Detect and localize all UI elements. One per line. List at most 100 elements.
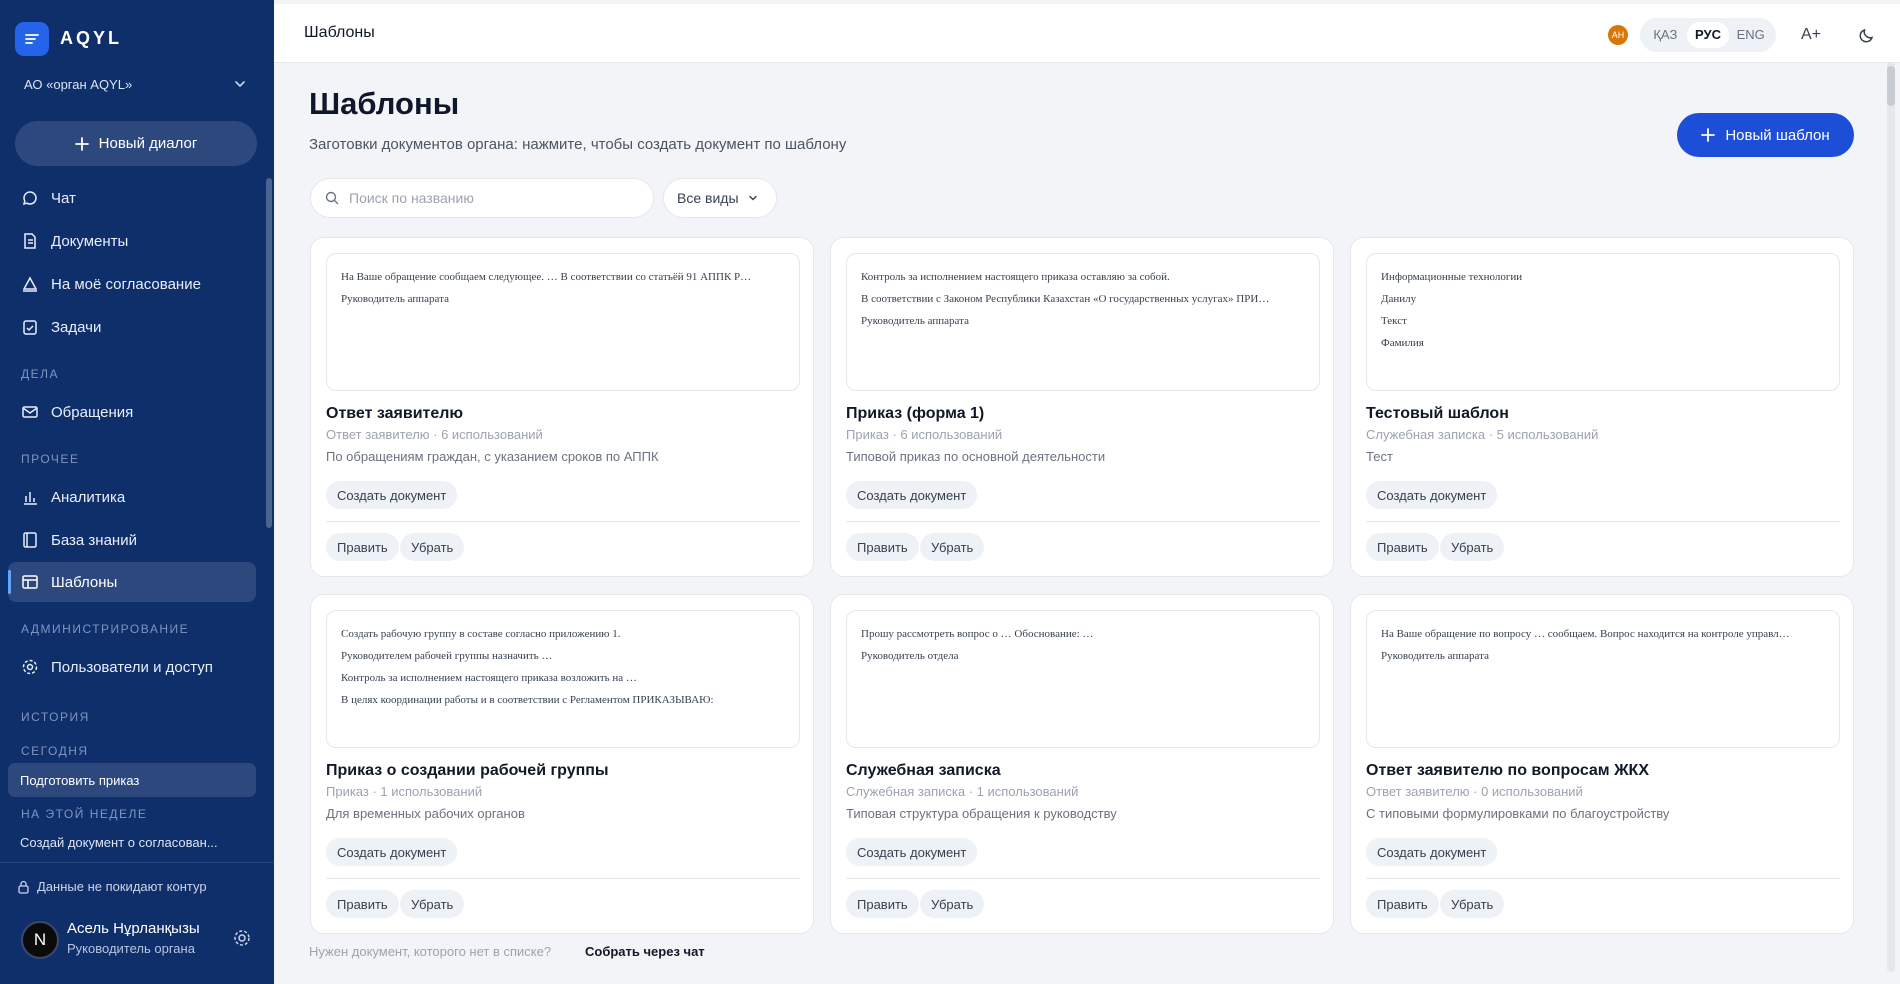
lock-icon bbox=[18, 880, 29, 894]
remove-button[interactable]: Убрать bbox=[400, 890, 465, 918]
section-label-other: ПРОЧЕЕ bbox=[21, 452, 80, 466]
remove-button[interactable]: Убрать bbox=[1440, 890, 1505, 918]
template-meta: Ответ заявителю · 6 использований bbox=[326, 427, 543, 442]
preview-line: Прошу рассмотреть вопрос о … Обоснование… bbox=[861, 628, 1094, 640]
create-document-button[interactable]: Создать документ bbox=[846, 838, 978, 866]
gear-icon bbox=[22, 659, 38, 675]
search-input[interactable] bbox=[349, 190, 629, 206]
page-subtitle: Заготовки документов органа: нажмите, чт… bbox=[309, 136, 847, 153]
preview-line: Текст bbox=[1381, 315, 1407, 327]
user-avatar-small[interactable]: AH bbox=[1608, 25, 1628, 45]
sidebar-item-tasks[interactable]: Задачи bbox=[8, 307, 256, 347]
lang-en-button[interactable]: ENG bbox=[1729, 22, 1772, 48]
remove-button[interactable]: Убрать bbox=[920, 533, 985, 561]
template-meta: Служебная записка · 5 использований bbox=[1366, 427, 1599, 442]
sidebar-item-label: Задачи bbox=[51, 318, 102, 336]
edit-button[interactable]: Править bbox=[326, 890, 399, 918]
avatar[interactable]: N bbox=[21, 921, 59, 959]
template-meta: Приказ · 6 использований bbox=[846, 427, 1003, 442]
divider bbox=[846, 878, 1320, 879]
template-description: По обращениям граждан, с указанием сроко… bbox=[326, 449, 659, 464]
sidebar-item-approval[interactable]: На моё согласование bbox=[8, 264, 256, 304]
mail-icon bbox=[22, 406, 38, 418]
chat-icon bbox=[22, 191, 37, 206]
history-item[interactable]: Создай документ о согласован... bbox=[8, 825, 256, 859]
sidebar-item-users[interactable]: Пользователи и доступ bbox=[8, 647, 256, 687]
template-preview[interactable]: На Ваше обращение по вопросу … сообщаем.… bbox=[1366, 610, 1840, 748]
sidebar-item-label: Чат bbox=[51, 189, 76, 207]
template-preview[interactable]: Прошу рассмотреть вопрос о … Обоснование… bbox=[846, 610, 1320, 748]
preview-line: Фамилия bbox=[1381, 337, 1424, 349]
chevron-down-icon[interactable] bbox=[233, 77, 247, 91]
plus-icon bbox=[1701, 128, 1716, 142]
remove-button[interactable]: Убрать bbox=[400, 533, 465, 561]
sidebar-item-analytics[interactable]: Аналитика bbox=[8, 477, 256, 517]
template-meta: Ответ заявителю · 0 использований bbox=[1366, 784, 1583, 799]
template-card[interactable]: Прошу рассмотреть вопрос о … Обоснование… bbox=[830, 594, 1334, 934]
remove-button[interactable]: Убрать bbox=[1440, 533, 1505, 561]
sidebar-item-chat[interactable]: Чат bbox=[8, 178, 256, 218]
new-template-button[interactable]: Новый шаблон bbox=[1677, 113, 1854, 157]
preview-line: Контроль за исполнением настоящего прика… bbox=[861, 271, 1170, 283]
sidebar-scrollbar[interactable] bbox=[266, 178, 272, 528]
analytics-icon bbox=[24, 492, 37, 505]
create-document-button[interactable]: Создать документ bbox=[326, 838, 458, 866]
template-card[interactable]: Информационные технологии Данилу Текст Ф… bbox=[1350, 237, 1854, 577]
lang-ru-button[interactable]: РУС bbox=[1686, 22, 1730, 48]
sidebar-item-label: Пользователи и доступ bbox=[51, 658, 213, 676]
edit-button[interactable]: Править bbox=[326, 533, 399, 561]
template-title: Ответ заявителю по вопросам ЖКХ bbox=[1366, 762, 1649, 779]
template-preview[interactable]: На Ваше обращение сообщаем следующее. … … bbox=[326, 253, 800, 391]
edit-button[interactable]: Править bbox=[846, 890, 919, 918]
scrollbar-thumb[interactable] bbox=[1887, 66, 1895, 106]
document-icon bbox=[24, 233, 36, 249]
plus-icon bbox=[74, 136, 89, 151]
settings-icon[interactable] bbox=[232, 928, 252, 948]
template-icon bbox=[22, 575, 38, 589]
template-card[interactable]: На Ваше обращение по вопросу … сообщаем.… bbox=[1350, 594, 1854, 934]
lang-kz-button[interactable]: ҚАЗ bbox=[1644, 22, 1687, 48]
template-preview[interactable]: Информационные технологии Данилу Текст Ф… bbox=[1366, 253, 1840, 391]
preview-line: Создать рабочую группу в составе согласн… bbox=[341, 628, 621, 640]
remove-button[interactable]: Убрать bbox=[920, 890, 985, 918]
template-description: С типовыми формулировками по благоустрой… bbox=[1366, 806, 1670, 821]
font-size-button[interactable]: A+ bbox=[1801, 26, 1821, 44]
new-dialog-button[interactable]: Новый диалог bbox=[15, 121, 257, 166]
build-via-chat-link[interactable]: Собрать через чат bbox=[585, 944, 705, 959]
section-label-admin: АДМИНИСТРИРОВАНИЕ bbox=[21, 622, 190, 636]
preview-line: На Ваше обращение сообщаем следующее. … … bbox=[341, 271, 752, 283]
preview-line: На Ваше обращение по вопросу … сообщаем.… bbox=[1381, 628, 1790, 640]
template-meta: Служебная записка · 1 использований bbox=[846, 784, 1079, 799]
template-preview[interactable]: Создать рабочую группу в составе согласн… bbox=[326, 610, 800, 748]
history-week: НА ЭТОЙ НЕДЕЛЕ bbox=[21, 807, 148, 821]
sidebar-item-label: Аналитика bbox=[51, 488, 126, 506]
chevron-down-icon bbox=[748, 195, 757, 201]
template-preview[interactable]: Контроль за исполнением настоящего прика… bbox=[846, 253, 1320, 391]
preview-line: Данилу bbox=[1381, 293, 1417, 305]
template-card[interactable]: Создать рабочую группу в составе согласн… bbox=[310, 594, 814, 934]
sidebar-item-appeals[interactable]: Обращения bbox=[8, 392, 256, 432]
create-document-button[interactable]: Создать документ bbox=[1366, 481, 1498, 509]
footer-question: Нужен документ, которого нет в списке? bbox=[309, 944, 552, 959]
sidebar-item-documents[interactable]: Документы bbox=[8, 221, 256, 261]
user-name: Асель Нұрланқызы bbox=[67, 920, 200, 937]
sidebar-item-templates[interactable]: Шаблоны bbox=[8, 562, 256, 602]
create-document-button[interactable]: Создать документ bbox=[846, 481, 978, 509]
org-selector-label[interactable]: АО «орган AQYL» bbox=[24, 77, 132, 92]
sidebar-item-knowledge[interactable]: База знаний bbox=[8, 520, 256, 560]
create-document-button[interactable]: Создать документ bbox=[1366, 838, 1498, 866]
edit-button[interactable]: Править bbox=[846, 533, 919, 561]
history-item[interactable]: Подготовить приказ bbox=[8, 763, 256, 797]
template-card[interactable]: На Ваше обращение сообщаем следующее. … … bbox=[310, 237, 814, 577]
edit-button[interactable]: Править bbox=[1366, 533, 1439, 561]
topbar: Шаблоны AH ҚАЗ РУС ENG A+ bbox=[274, 4, 1900, 63]
type-filter-select[interactable]: Все виды bbox=[663, 178, 777, 218]
template-card[interactable]: Контроль за исполнением настоящего прика… bbox=[830, 237, 1334, 577]
section-label-cases: ДЕЛА bbox=[21, 367, 60, 381]
moon-icon[interactable] bbox=[1857, 25, 1877, 45]
language-switcher: ҚАЗ РУС ENG bbox=[1640, 18, 1776, 52]
edit-button[interactable]: Править bbox=[1366, 890, 1439, 918]
page-scrollbar[interactable] bbox=[1887, 62, 1895, 972]
template-description: Типовая структура обращения к руководств… bbox=[846, 806, 1117, 821]
create-document-button[interactable]: Создать документ bbox=[326, 481, 458, 509]
